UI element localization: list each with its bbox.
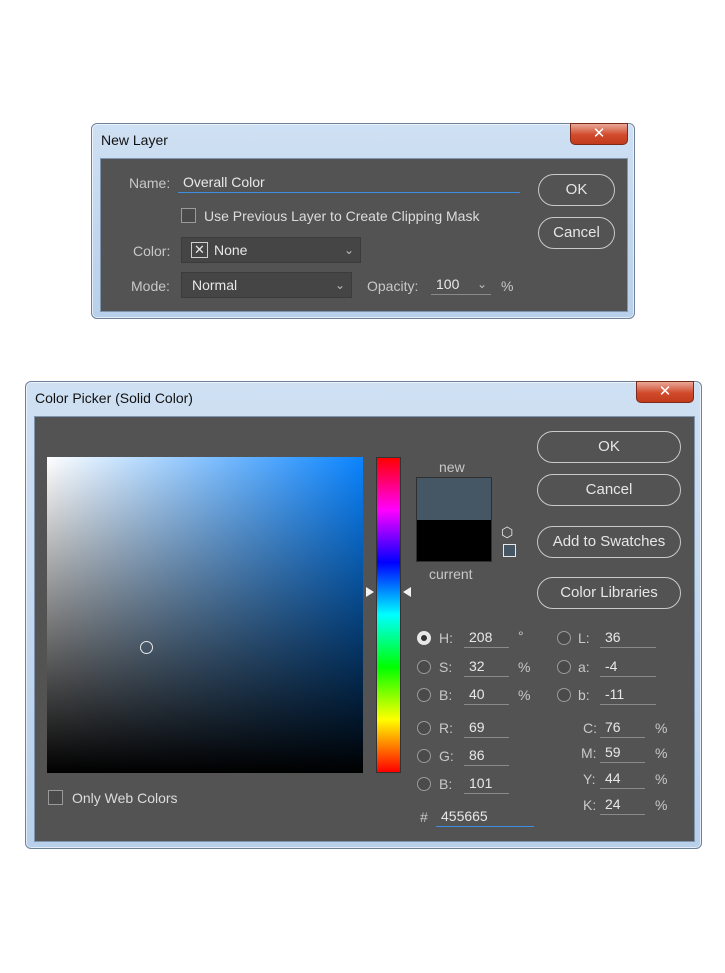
mode-select[interactable]: Normal ⌄	[181, 272, 352, 298]
green-label: G:	[439, 748, 454, 764]
saturation-unit: %	[518, 659, 531, 675]
hue-unit: °	[518, 628, 524, 644]
color-field[interactable]	[47, 457, 363, 773]
red-input[interactable]: 69	[464, 718, 509, 738]
opacity-label: Opacity:	[367, 278, 419, 294]
color-select-value: None	[214, 242, 248, 258]
out-of-gamut-cube-icon[interactable]: ⬡	[501, 524, 513, 541]
color-picker-close-button[interactable]: ✕	[636, 381, 694, 403]
brightness-label: B:	[439, 687, 453, 703]
black-input[interactable]: 24	[600, 795, 645, 815]
chevron-down-icon[interactable]: ⌄	[477, 275, 487, 293]
cyan-label: C:	[583, 720, 597, 736]
chevron-down-icon: ⌄	[343, 243, 354, 257]
red-radio[interactable]	[417, 721, 431, 735]
chevron-down-icon: ⌄	[334, 278, 345, 292]
color-libraries-button[interactable]: Color Libraries	[537, 577, 681, 609]
yellow-input[interactable]: 44	[600, 769, 645, 789]
opacity-value: 100	[436, 276, 460, 292]
brightness-unit: %	[518, 687, 531, 703]
add-to-swatches-button[interactable]: Add to Swatches	[537, 526, 681, 558]
hue-radio[interactable]	[417, 631, 431, 645]
hex-label: #	[420, 809, 428, 825]
a-channel-radio[interactable]	[557, 660, 571, 674]
hex-input[interactable]: 455665	[436, 807, 534, 827]
b-channel-input[interactable]: -11	[600, 685, 656, 705]
black-unit: %	[655, 797, 668, 813]
opacity-unit: %	[501, 278, 514, 294]
color-field-cursor[interactable]	[140, 641, 153, 654]
yellow-unit: %	[655, 771, 668, 787]
color-picker-client: new current ⬡ OK Cancel Add to Swatches …	[34, 416, 695, 842]
lightness-label: L:	[578, 630, 590, 646]
opacity-input[interactable]: 100 ⌄	[431, 275, 491, 295]
magenta-input[interactable]: 59	[600, 743, 645, 763]
mode-label: Mode:	[131, 278, 170, 294]
brightness-input[interactable]: 40	[464, 685, 509, 705]
green-input[interactable]: 86	[464, 746, 509, 766]
saturation-radio[interactable]	[417, 660, 431, 674]
only-web-colors-label: Only Web Colors	[72, 790, 178, 806]
brightness-radio[interactable]	[417, 688, 431, 702]
new-label: new	[439, 459, 465, 475]
green-radio[interactable]	[417, 749, 431, 763]
web-safe-color-swatch[interactable]	[503, 544, 516, 557]
yellow-label: Y:	[583, 771, 596, 787]
b-channel-radio[interactable]	[557, 688, 571, 702]
cancel-button[interactable]: Cancel	[537, 474, 681, 506]
color-select[interactable]: ✕ None ⌄	[181, 237, 361, 263]
new-layer-window: New Layer ✕ Name: Overall Color Use Prev…	[91, 123, 635, 319]
magenta-unit: %	[655, 745, 668, 761]
ok-button[interactable]: OK	[537, 431, 681, 463]
saturation-input[interactable]: 32	[464, 657, 509, 677]
new-layer-close-button[interactable]: ✕	[570, 123, 628, 145]
b-channel-label: b:	[578, 687, 590, 703]
lightness-radio[interactable]	[557, 631, 571, 645]
hue-slider[interactable]	[376, 457, 401, 773]
cyan-unit: %	[655, 720, 668, 736]
blue-label: B:	[439, 776, 453, 792]
a-channel-label: a:	[578, 659, 590, 675]
mode-select-value: Normal	[192, 277, 238, 293]
new-layer-client: Name: Overall Color Use Previous Layer t…	[100, 158, 628, 312]
lightness-input[interactable]: 36	[600, 628, 656, 648]
color-picker-window: Color Picker (Solid Color) ✕ new current…	[25, 381, 702, 849]
new-layer-title: New Layer	[101, 132, 168, 148]
hue-input[interactable]: 208	[464, 628, 509, 648]
hue-slider-left-arrow[interactable]	[366, 587, 374, 597]
current-label: current	[429, 566, 473, 582]
cancel-button[interactable]: Cancel	[538, 217, 615, 249]
red-label: R:	[439, 720, 453, 736]
new-color-swatch	[416, 477, 492, 520]
ok-button[interactable]: OK	[538, 174, 615, 206]
saturation-label: S:	[439, 659, 453, 675]
only-web-colors-checkbox[interactable]	[48, 790, 63, 805]
clipping-mask-label: Use Previous Layer to Create Clipping Ma…	[204, 208, 480, 224]
hue-label: H:	[439, 630, 453, 646]
a-channel-input[interactable]: -4	[600, 657, 656, 677]
current-color-swatch[interactable]	[416, 520, 492, 562]
cyan-input[interactable]: 76	[600, 718, 645, 738]
none-color-icon: ✕	[191, 242, 208, 258]
color-picker-title: Color Picker (Solid Color)	[35, 390, 193, 406]
magenta-label: M:	[581, 745, 597, 761]
name-label: Name:	[129, 175, 171, 191]
blue-radio[interactable]	[417, 777, 431, 791]
blue-input[interactable]: 101	[464, 774, 509, 794]
color-label: Color:	[133, 243, 171, 259]
clipping-mask-checkbox[interactable]	[181, 208, 196, 223]
name-input[interactable]: Overall Color	[178, 173, 520, 193]
black-label: K:	[583, 797, 597, 813]
hue-slider-right-arrow[interactable]	[403, 587, 411, 597]
